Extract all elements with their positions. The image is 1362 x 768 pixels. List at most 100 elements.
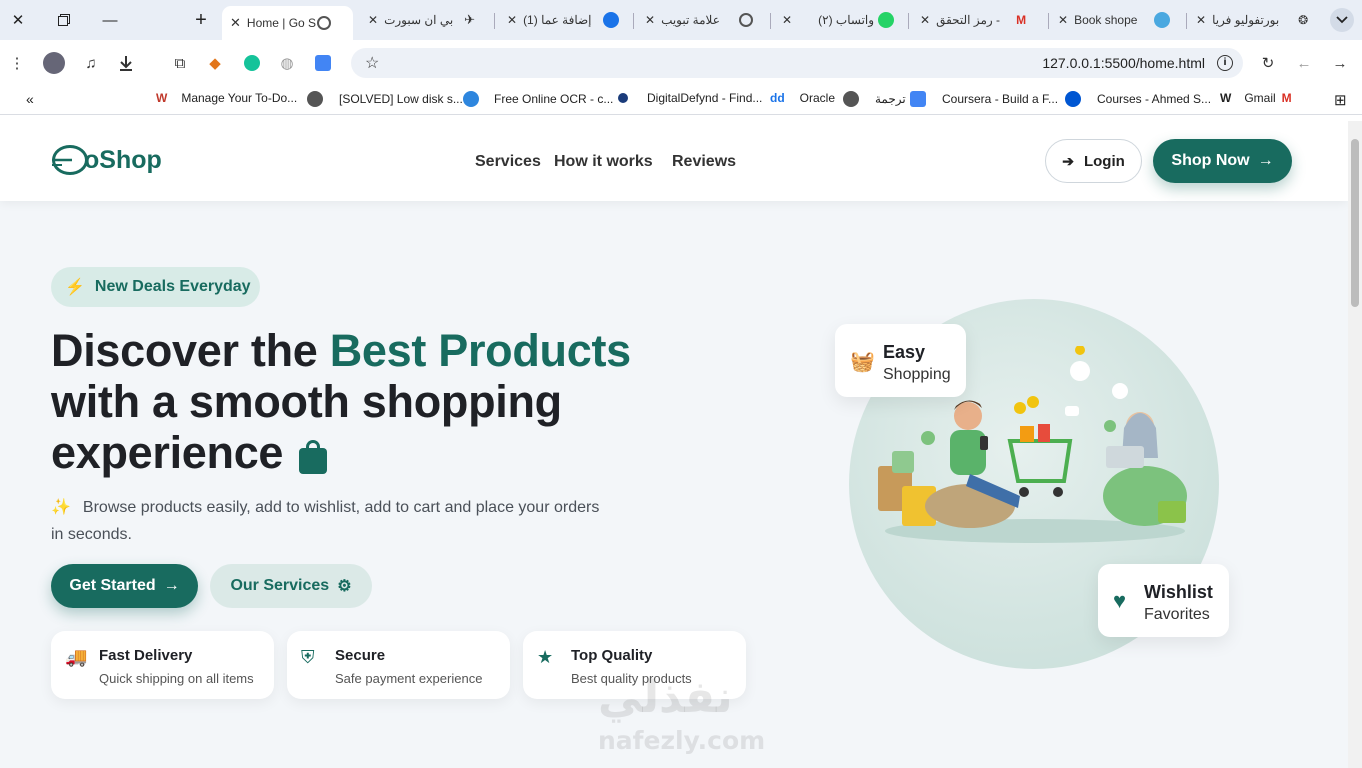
nav-reviews[interactable]: Reviews xyxy=(672,153,736,171)
shopping-bag-icon xyxy=(299,440,328,474)
gears-icon: ⚙ xyxy=(337,578,352,595)
arrow-right-icon: → xyxy=(163,577,180,594)
gmail-icon: M xyxy=(1016,13,1027,27)
bookmark-item[interactable]: [SOLVED] Low disk s... xyxy=(307,91,463,107)
address-bar[interactable]: ☆ 127.0.0.1:5500/home.html i xyxy=(351,48,1243,78)
wrike-icon: W xyxy=(156,91,168,105)
tab-favicon-icon xyxy=(603,12,620,28)
restore-window-icon[interactable] xyxy=(52,8,76,32)
tab-add-work[interactable]: ✕ (1) إضافة عما xyxy=(507,6,625,34)
tab-title: علامة تبويب xyxy=(661,13,720,27)
bookmark-item[interactable]: Free Online OCR - c... xyxy=(463,91,613,107)
get-started-button[interactable]: Get Started → xyxy=(51,564,198,608)
back-arrow-icon[interactable]: → xyxy=(1329,52,1351,74)
tab-new-tab-mark[interactable]: ✕ علامة تبويب xyxy=(645,6,763,34)
bookmark-item[interactable]: ترجمة xyxy=(843,91,906,107)
shop-now-button[interactable]: Shop Now → xyxy=(1153,139,1292,183)
profile-avatar[interactable] xyxy=(43,52,65,74)
headline-highlight: Best Products xyxy=(329,325,631,376)
bookmark-item[interactable]: DigitalDefynd - Find... xyxy=(618,91,762,105)
site-logo[interactable]: oShop xyxy=(52,145,162,175)
tab-home-goshop[interactable]: ✕ Home | Go S xyxy=(222,6,353,40)
close-tab-icon[interactable]: ✕ xyxy=(230,15,241,31)
bookmark-star-icon[interactable]: ☆ xyxy=(365,53,379,73)
new-tab-icon[interactable]: + xyxy=(189,8,213,32)
shopping-basket-icon: 🧺 xyxy=(850,351,875,373)
scrollbar-thumb[interactable] xyxy=(1351,139,1359,307)
tab-search-chevron-icon[interactable] xyxy=(1330,8,1354,32)
feature-card: 🚚 Fast Delivery Quick shipping on all it… xyxy=(51,631,274,699)
shield-icon: ⛨ xyxy=(301,647,315,667)
tab-title: بورتفوليو فريا xyxy=(1212,13,1280,27)
watermark: نفذلي nafezly.com xyxy=(598,672,766,756)
tab-favicon-icon xyxy=(316,16,331,30)
hero-description: ✨ Browse products easily, add to wishlist… xyxy=(51,499,600,543)
metamask-icon[interactable]: ◆ xyxy=(204,52,226,74)
media-controls-icon[interactable]: ♫ xyxy=(80,52,102,74)
star-icon: ★ xyxy=(537,647,554,667)
login-icon: ➔ xyxy=(1062,152,1074,169)
tab-favicon-icon xyxy=(1154,12,1171,28)
tab-verification-code[interactable]: ✕ رمز التحقق - M xyxy=(920,6,1042,34)
tab-portfolio[interactable]: ✕ بورتفوليو فريا ❂ xyxy=(1196,6,1320,34)
nav-services[interactable]: Services xyxy=(475,153,541,171)
google-translate-icon[interactable] xyxy=(312,52,334,74)
tab-title: Book shope xyxy=(1074,13,1138,27)
download-icon[interactable] xyxy=(115,52,137,74)
page-content: oShop Services How it works Reviews ➔ Lo… xyxy=(0,121,1348,768)
globe-icon[interactable]: ◍ xyxy=(276,52,298,74)
bookmark-item[interactable]: dd Oracle xyxy=(770,91,835,105)
close-tab-icon[interactable]: ✕ xyxy=(1058,13,1068,27)
menu-kebab-icon[interactable]: ⋮ xyxy=(6,52,28,74)
site-info-icon[interactable]: i xyxy=(1217,55,1233,71)
page-scrollbar[interactable] xyxy=(1348,121,1362,768)
bookmark-favicon-icon: dd xyxy=(770,91,785,105)
minimize-window-icon[interactable]: — xyxy=(98,8,122,32)
all-bookmarks-grid-icon[interactable]: ⊞ xyxy=(1334,91,1347,109)
wishlist-card: ♥ Wishlist Favorites xyxy=(1098,564,1229,637)
coursera-icon xyxy=(1065,91,1081,107)
tab-title: (1) إضافة عما xyxy=(523,13,592,27)
bookmarks-collapse-icon[interactable]: « xyxy=(26,91,34,107)
bookmark-item[interactable]: W Manage Your To-Do... xyxy=(156,91,297,105)
grammarly-icon[interactable] xyxy=(241,52,263,74)
close-tab-icon[interactable]: ✕ xyxy=(920,13,930,27)
easy-shopping-card: 🧺 Easy Shopping xyxy=(835,324,966,397)
tab-bein-sport[interactable]: ✕ بي ان سبورت ✈ xyxy=(368,6,488,34)
close-window-icon[interactable]: ✕ xyxy=(6,8,30,32)
forward-arrow-icon[interactable]: ← xyxy=(1293,52,1315,74)
close-tab-icon[interactable]: ✕ xyxy=(645,13,655,27)
logo-g-mark-icon xyxy=(52,145,88,175)
tab-book-shop[interactable]: ✕ Book shope xyxy=(1058,6,1180,34)
arrow-right-icon: → xyxy=(1257,152,1274,169)
tab-bar: ✕ — + ✕ Home | Go S ✕ بي ان سبورت ✈ ✕ (1… xyxy=(0,0,1362,40)
whatsapp-icon xyxy=(878,12,895,28)
close-tab-icon[interactable]: ✕ xyxy=(782,13,792,27)
site-navbar: oShop Services How it works Reviews ➔ Lo… xyxy=(0,121,1348,201)
bookmark-item[interactable]: W Gmail M xyxy=(1220,91,1292,105)
tab-title: (٢) واتساب xyxy=(818,13,875,27)
bookmark-favicon-icon xyxy=(463,91,479,107)
bolt-icon: ⚡ xyxy=(65,279,85,296)
url-text: 127.0.0.1:5500/home.html xyxy=(1042,55,1205,71)
bookmark-favicon-icon xyxy=(843,91,859,107)
close-tab-icon[interactable]: ✕ xyxy=(368,13,378,27)
bookmark-favicon-icon xyxy=(618,93,628,103)
login-button[interactable]: ➔ Login xyxy=(1045,139,1142,183)
our-services-button[interactable]: Our Services ⚙ xyxy=(210,564,372,608)
bookmark-item[interactable]: Coursera - Build a F... xyxy=(910,91,1058,107)
extensions-puzzle-icon[interactable]: ⧉ xyxy=(169,52,191,74)
bookmark-item[interactable]: Courses - Ahmed S... xyxy=(1065,91,1211,107)
feature-card: ⛨ Secure Safe payment experience xyxy=(287,631,510,699)
bookmarks-bar: « W Manage Your To-Do... [SOLVED] Low dis… xyxy=(0,85,1362,115)
gmail-icon: M xyxy=(1281,91,1292,105)
nav-how-it-works[interactable]: How it works xyxy=(554,153,653,171)
reload-icon[interactable]: ↻ xyxy=(1257,52,1279,74)
tab-favicon-icon: ✈ xyxy=(464,12,475,27)
openai-icon: ❂ xyxy=(1298,13,1309,27)
close-tab-icon[interactable]: ✕ xyxy=(507,13,517,27)
tab-title: رمز التحقق - xyxy=(936,13,1001,27)
tab-title: بي ان سبورت xyxy=(384,13,454,27)
tab-whatsapp[interactable]: ✕ (٢) واتساب xyxy=(782,6,900,34)
close-tab-icon[interactable]: ✕ xyxy=(1196,13,1206,27)
